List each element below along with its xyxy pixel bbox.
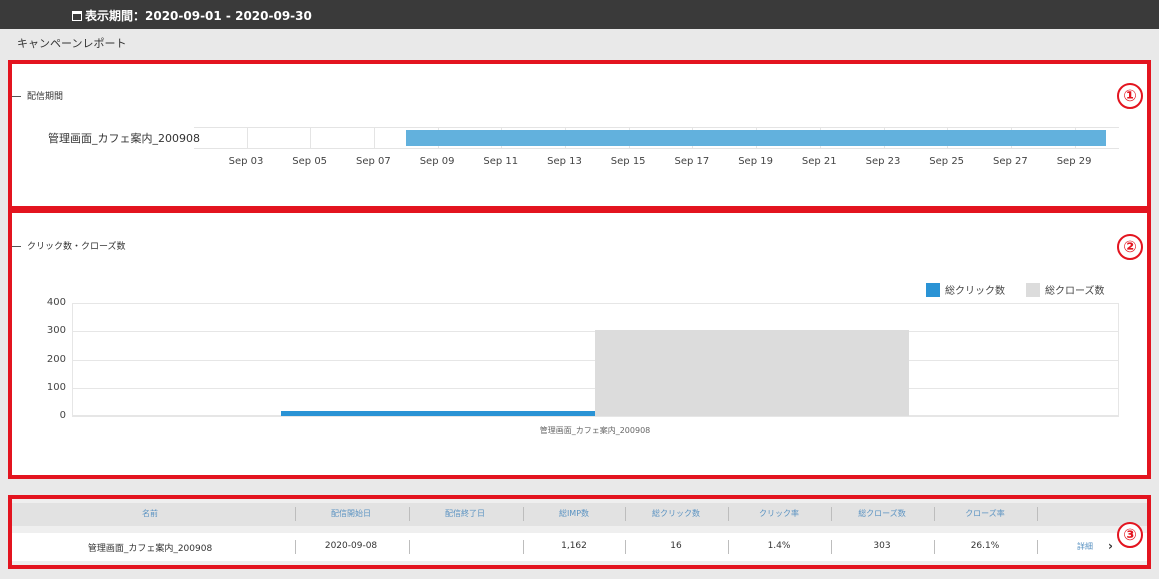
- column-divider: [934, 507, 935, 521]
- date-axis-tick: Sep 09: [419, 156, 455, 167]
- dash-icon: [12, 246, 21, 247]
- top-bar: 表示期間：2020-09-01 - 2020-09-30: [0, 0, 1159, 29]
- chart-heading: クリック数・クローズ数: [12, 239, 126, 252]
- delivery-period-bar: [405, 130, 1107, 146]
- y-axis-tick-label: 300: [46, 325, 66, 336]
- date-gridline: [310, 127, 312, 149]
- column-divider: [295, 540, 296, 554]
- calendar-icon: [72, 11, 82, 21]
- col-header-end-date: 配信終了日: [445, 509, 485, 518]
- cell-imp: 1,162: [561, 541, 587, 551]
- column-divider: [728, 507, 729, 521]
- date-axis-tick: Sep 07: [356, 156, 391, 167]
- gantt-campaign-label: 管理画面_カフェ案内_200908: [48, 132, 200, 145]
- legend-item-clicks[interactable]: 総クリック数: [926, 282, 1005, 297]
- dash-icon: [12, 96, 21, 97]
- annotation-marker-1: ①: [1117, 83, 1143, 109]
- col-header-ctr: クリック率: [759, 509, 799, 518]
- chart-title: クリック数・クローズ数: [27, 242, 126, 252]
- bar-total-closes[interactable]: [595, 330, 909, 416]
- page-title: キャンペーンレポート: [17, 37, 127, 50]
- y-axis-tick-label: 100: [46, 382, 66, 393]
- column-divider: [934, 540, 935, 554]
- legend-swatch-closes: [1026, 283, 1040, 297]
- column-divider: [523, 540, 524, 554]
- cell-close-rate: 26.1%: [970, 541, 1000, 551]
- cell-closes: 303: [873, 541, 891, 551]
- chart-gridline: [72, 416, 1119, 417]
- display-period-label: 表示期間：2020-09-01 - 2020-09-30: [85, 9, 312, 23]
- column-divider: [1037, 507, 1038, 521]
- date-axis-tick: Sep 29: [1056, 156, 1092, 167]
- delivery-period-title: 配信期間: [27, 92, 64, 102]
- column-divider: [523, 507, 524, 521]
- bar-total-clicks[interactable]: [281, 411, 595, 416]
- cell-name: 管理画面_カフェ案内_200908: [87, 544, 213, 554]
- detail-link[interactable]: 詳細: [1070, 541, 1100, 552]
- date-axis-tick: Sep 03: [228, 156, 264, 167]
- col-header-start-date: 配信開始日: [331, 509, 371, 518]
- date-axis-tick: Sep 27: [993, 156, 1028, 167]
- legend-label-clicks: 総クリック数: [945, 286, 1005, 297]
- column-divider: [295, 507, 296, 521]
- date-gridline: [373, 127, 375, 149]
- y-axis-tick-label: 0: [59, 410, 66, 421]
- y-axis-tick-label: 200: [46, 354, 66, 365]
- delivery-period-heading: 配信期間: [12, 89, 63, 102]
- legend-item-closes[interactable]: 総クローズ数: [1026, 282, 1105, 297]
- column-divider: [1037, 540, 1038, 554]
- col-header-name: 名前: [142, 509, 158, 518]
- column-divider: [625, 540, 626, 554]
- date-axis-tick: Sep 19: [738, 156, 773, 167]
- table-header: 名前 配信開始日 配信終了日 総IMP数 総クリック数 クリック率 総クローズ数…: [12, 503, 1147, 526]
- cell-clicks: 16: [670, 541, 682, 551]
- annotation-marker-2: ②: [1117, 234, 1143, 260]
- date-axis-tick: Sep 23: [865, 156, 901, 167]
- chart-gridline: [72, 303, 1119, 304]
- date-axis-tick: Sep 21: [801, 156, 837, 167]
- annotation-marker-3: ③: [1117, 522, 1143, 548]
- column-divider: [831, 507, 832, 521]
- date-axis-tick: Sep 25: [929, 156, 965, 167]
- x-axis-category-label: 管理画面_カフェ案内_200908: [539, 426, 651, 435]
- legend-swatch-clicks: [926, 283, 940, 297]
- cell-ctr: 1.4%: [767, 541, 791, 551]
- date-axis-tick: Sep 13: [547, 156, 582, 167]
- legend-label-closes: 総クローズ数: [1045, 286, 1105, 297]
- column-divider: [409, 540, 410, 554]
- column-divider: [625, 507, 626, 521]
- date-axis-tick: Sep 15: [610, 156, 646, 167]
- date-axis-tick: Sep 05: [292, 156, 328, 167]
- col-header-close-rate: クローズ率: [965, 509, 1005, 518]
- date-axis-tick: Sep 17: [674, 156, 710, 167]
- y-axis-tick-label: 400: [46, 297, 66, 308]
- date-gridline: [246, 127, 248, 149]
- display-period: 表示期間：2020-09-01 - 2020-09-30: [72, 7, 312, 24]
- column-divider: [409, 507, 410, 521]
- col-header-clicks: 総クリック数: [652, 509, 700, 518]
- col-header-closes: 総クローズ数: [858, 509, 906, 518]
- date-axis-tick: Sep 11: [483, 156, 519, 167]
- cell-start-date: 2020-09-08: [324, 541, 378, 551]
- col-header-imp: 総IMP数: [558, 509, 590, 518]
- chevron-right-icon[interactable]: ›: [1108, 539, 1113, 553]
- column-divider: [728, 540, 729, 554]
- column-divider: [831, 540, 832, 554]
- table-row[interactable]: 管理画面_カフェ案内_200908 2020-09-08 1,162 16 1.…: [12, 533, 1147, 561]
